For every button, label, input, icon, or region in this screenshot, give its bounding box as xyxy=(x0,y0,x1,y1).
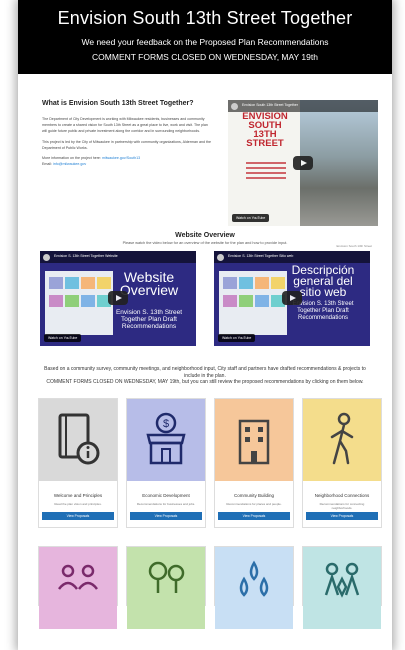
book-info-icon xyxy=(58,413,100,464)
card-image xyxy=(303,398,381,481)
card-description: Recommendations for businesses and jobs. xyxy=(136,501,196,506)
card-health[interactable] xyxy=(302,545,382,629)
card-title: Economic Development xyxy=(142,492,190,498)
video-title-bar[interactable]: Envision South 13th Street Together xyxy=(228,100,378,112)
email-link[interactable]: info@milwaukee.gov xyxy=(53,162,86,166)
intro-line-2: COMMENT FORMS CLOSED ON WEDNESDAY, MAY 1… xyxy=(46,379,364,385)
card-water[interactable] xyxy=(214,545,294,629)
watch-on-youtube-button[interactable]: Watch on YouTube xyxy=(44,334,82,342)
park-icon xyxy=(148,561,185,593)
website-screenshot xyxy=(45,271,113,335)
more-info-label: More information on the project here: xyxy=(42,156,101,161)
card-description: Recommendations for connecting neighborh… xyxy=(319,501,365,510)
building-icon xyxy=(238,419,270,464)
recommendations-intro: Based on a community survey, community m… xyxy=(18,366,392,386)
watch-on-youtube-button[interactable]: Watch on YouTube xyxy=(218,334,256,342)
card-title: Neighborhood Connections xyxy=(314,492,370,498)
card-image xyxy=(127,546,205,629)
what-paragraph-3: More information on the project here: mi… xyxy=(42,155,212,167)
svg-text:$: $ xyxy=(163,418,169,430)
intro-line-1: Based on a community survey, community m… xyxy=(44,366,366,379)
overview-title: Website Overview xyxy=(175,232,235,239)
overview-video-subtext: Envision S. 13th Street Together Plan Dr… xyxy=(115,309,183,330)
video-caption: Envision South 13th Street xyxy=(336,244,372,248)
poster-text-lines xyxy=(246,162,286,182)
card-image xyxy=(215,398,293,481)
website-screenshot xyxy=(219,271,287,335)
header-subtitle: We need your feedback on the Proposed Pl… xyxy=(81,37,329,47)
video-title: Envision S. 13th Street Together Website xyxy=(54,254,118,258)
page-frame: Envision South 13th Street Together We n… xyxy=(18,0,392,650)
card-title: Welcome and Principles xyxy=(53,492,103,498)
view-proposals-button[interactable]: View Proposals xyxy=(218,511,290,520)
card-economic-development[interactable]: $ Economic Development Recommendations f… xyxy=(126,397,206,528)
card-neighborhood-connections[interactable]: Neighborhood Connections Recommendations… xyxy=(302,397,382,528)
card-description: Recommendations for places and people. xyxy=(226,501,282,506)
video-title-bar[interactable]: Envision S. 13th Street Together Sitio w… xyxy=(214,251,370,263)
view-proposals-button[interactable]: View Proposals xyxy=(42,511,114,520)
card-description: Read the plan vision and principles. xyxy=(54,501,102,506)
project-link[interactable]: milwaukee.gov/South13 xyxy=(102,156,140,160)
video-title-bar[interactable]: Envision S. 13th Street Together Website xyxy=(40,251,196,263)
walking-icon xyxy=(330,412,354,464)
watch-on-youtube-button[interactable]: Watch on YouTube xyxy=(232,214,270,222)
storefront-icon: $ xyxy=(146,412,186,464)
card-community-building[interactable]: Community Building Recommendations for p… xyxy=(214,397,294,528)
poster-title: ENVISION SOUTH 13TH STREET xyxy=(242,111,288,149)
video-title: Envision S. 13th Street Together Sitio w… xyxy=(228,254,294,258)
email-label: Email: xyxy=(42,162,52,167)
people-icon xyxy=(58,564,98,590)
card-image: $ xyxy=(127,398,205,481)
what-section: What is Envision South 13th Street Toget… xyxy=(18,74,392,226)
channel-avatar xyxy=(231,103,238,110)
channel-avatar xyxy=(43,254,50,261)
what-title: What is Envision South 13th Street Toget… xyxy=(42,100,194,107)
card-image xyxy=(303,546,381,629)
header-notice: COMMENT FORMS CLOSED ON WEDNESDAY, MAY 1… xyxy=(92,52,318,62)
page-title: Envision South 13th Street Together xyxy=(57,8,353,28)
card-people[interactable] xyxy=(38,545,118,629)
card-image xyxy=(39,398,117,481)
card-image xyxy=(215,546,293,629)
channel-avatar xyxy=(217,254,224,261)
what-paragraph-2: This project is led by the City of Milwa… xyxy=(42,139,211,150)
overview-video-spanish[interactable]: Descripción general del sitio web Envisi… xyxy=(214,251,370,346)
intro-video[interactable]: ENVISION SOUTH 13TH STREET Envision Sout… xyxy=(228,100,378,226)
play-button-icon[interactable] xyxy=(108,291,128,305)
what-paragraph-1: The Department of City Development is wo… xyxy=(42,117,208,134)
video-title: Envision South 13th Street Together xyxy=(242,103,298,107)
overview-video-english[interactable]: Website Overview Envision S. 13th Street… xyxy=(40,251,196,346)
recommendation-cards: Welcome and Principles Read the plan vis… xyxy=(18,386,392,629)
view-proposals-button[interactable]: View Proposals xyxy=(130,511,202,520)
card-welcome[interactable]: Welcome and Principles Read the plan vis… xyxy=(38,397,118,528)
health-icon xyxy=(324,562,360,598)
page-header: Envision South 13th Street Together We n… xyxy=(18,0,392,74)
play-button-icon[interactable] xyxy=(293,156,313,170)
water-drops-icon xyxy=(239,560,269,597)
card-title: Community Building xyxy=(233,492,275,498)
card-image xyxy=(39,546,117,629)
play-button-icon[interactable] xyxy=(282,291,302,305)
what-text: What is Envision South 13th Street Toget… xyxy=(42,100,212,224)
card-parks[interactable] xyxy=(126,545,206,629)
view-proposals-button[interactable]: View Proposals xyxy=(306,511,378,520)
overview-videos: Website Overview Envision S. 13th Street… xyxy=(18,245,392,346)
